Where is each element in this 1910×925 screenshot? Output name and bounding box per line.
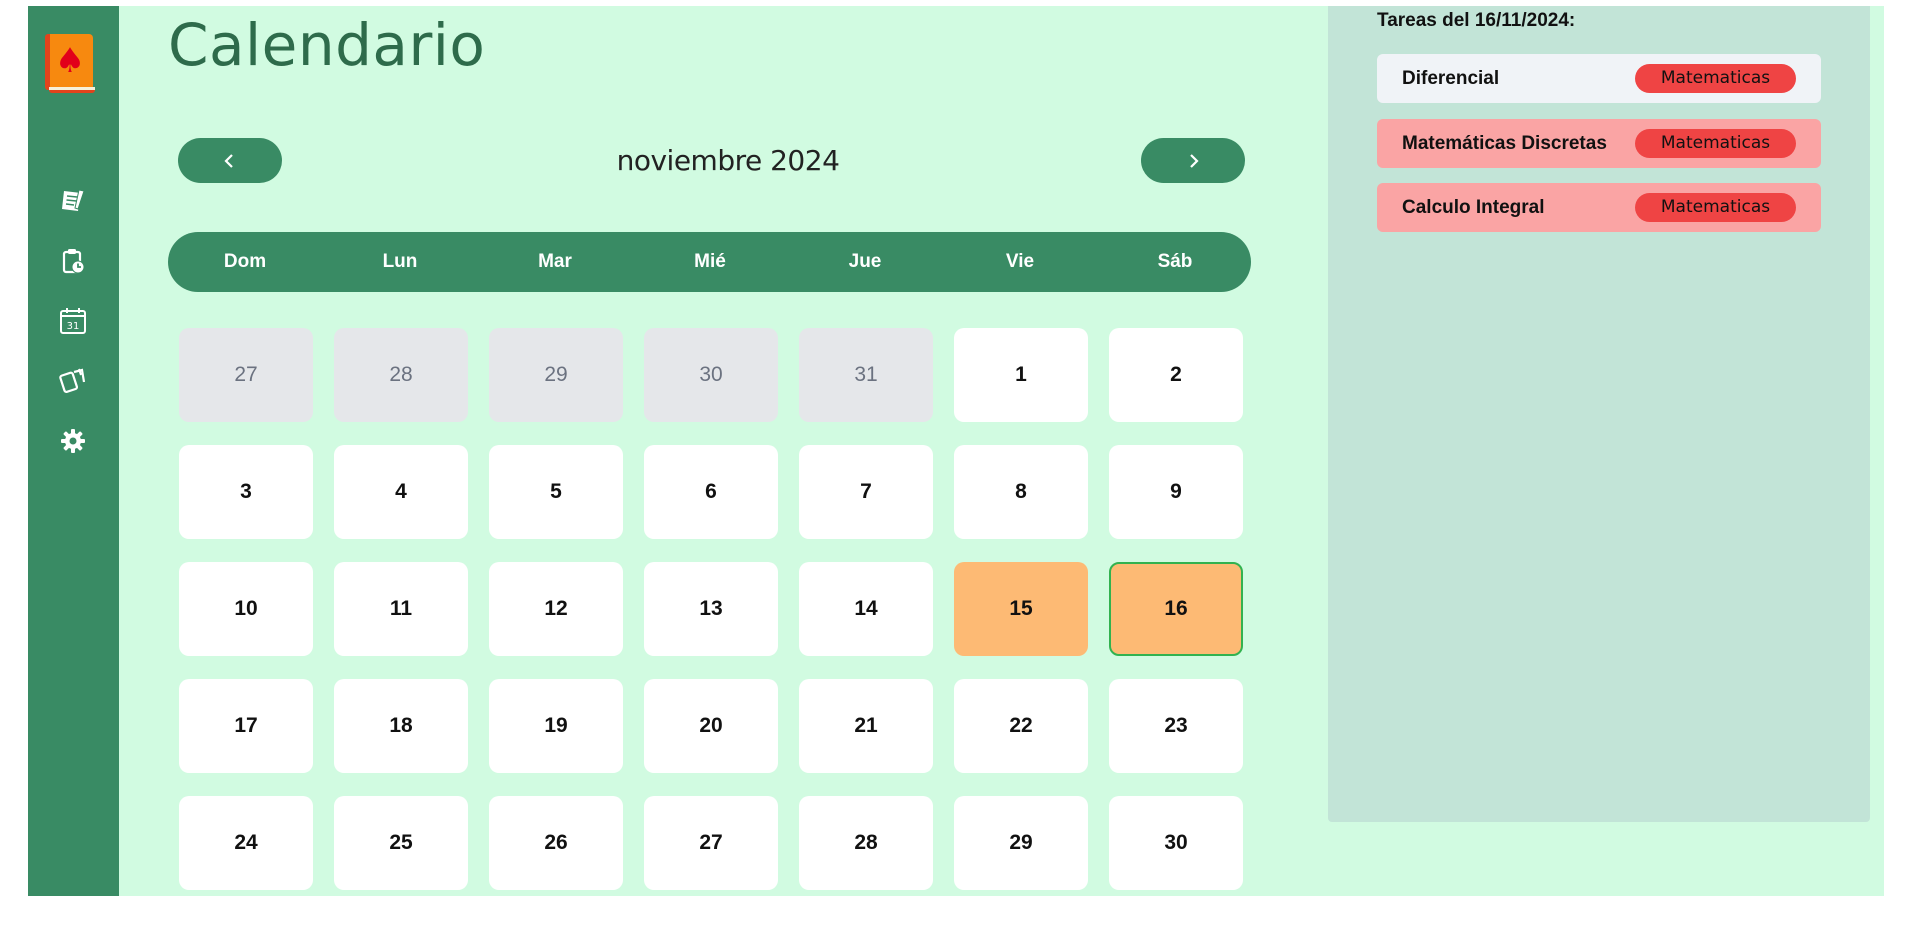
calendar-day[interactable]: 20 [644, 679, 778, 773]
weekday-label: Vie [1005, 251, 1035, 272]
calendar-day[interactable]: 25 [334, 796, 468, 890]
calendar-day[interactable]: 11 [334, 562, 468, 656]
calendar-day[interactable]: 26 [489, 796, 623, 890]
calendar-day[interactable]: 6 [644, 445, 778, 539]
calendar-day[interactable]: 8 [954, 445, 1088, 539]
svg-text:31: 31 [67, 321, 80, 332]
clipboard-clock-icon [62, 249, 85, 274]
calendar-day[interactable]: 22 [954, 679, 1088, 773]
task-item[interactable]: Matemáticas Discretas Matematicas [1377, 119, 1821, 168]
calendar-day[interactable]: 14 [799, 562, 933, 656]
weekday-label: Jue [848, 251, 882, 272]
calendar-day[interactable]: 7 [799, 445, 933, 539]
weekday-label: Sáb [1157, 251, 1193, 272]
calendar-day[interactable]: 21 [799, 679, 933, 773]
subject-tag: Matematicas [1635, 193, 1796, 222]
gear-icon [61, 429, 85, 453]
weekday-label: Mar [538, 251, 572, 272]
sidebar-item-notes[interactable] [53, 181, 93, 221]
calendar-day[interactable]: 1 [954, 328, 1088, 422]
calendar-day[interactable]: 15 [954, 562, 1088, 656]
weekday-label: Lun [382, 251, 418, 272]
weekday-label: Mié [694, 251, 726, 272]
chevron-right-icon [1190, 153, 1199, 168]
calendar-icon: 31 [60, 308, 86, 334]
sidebar-item-pending-tasks[interactable] [53, 241, 93, 281]
sidebar: ♠ 31 [28, 6, 119, 896]
page-title: Calendario [168, 11, 486, 79]
subject-tag: Matematicas [1635, 64, 1796, 93]
calendar-day[interactable]: 30 [1109, 796, 1243, 890]
task-name: Calculo Integral [1402, 197, 1545, 218]
calendar-day[interactable]: 18 [334, 679, 468, 773]
calendar-day[interactable]: 23 [1109, 679, 1243, 773]
task-item[interactable]: Diferencial Matematicas [1377, 54, 1821, 103]
calendar-day[interactable]: 5 [489, 445, 623, 539]
calendar-day[interactable]: 28 [334, 328, 468, 422]
calendar-day[interactable]: 2 [1109, 328, 1243, 422]
calendar-day[interactable]: 29 [489, 328, 623, 422]
cards-icon [59, 368, 86, 393]
calendar-day[interactable]: 24 [179, 796, 313, 890]
calendar-day[interactable]: 4 [334, 445, 468, 539]
app-window: ♠ 31 Calendario noviembre 2024 Dom Lun M… [28, 6, 1884, 896]
sidebar-item-flashcards[interactable] [53, 361, 93, 401]
notes-icon [62, 189, 85, 211]
task-name: Diferencial [1402, 68, 1500, 89]
chevron-left-icon [224, 153, 233, 168]
calendar-day[interactable]: 12 [489, 562, 623, 656]
calendar-day[interactable]: 3 [179, 445, 313, 539]
subject-tag: Matematicas [1635, 129, 1796, 158]
calendar-day[interactable]: 30 [644, 328, 778, 422]
sidebar-item-calendar[interactable]: 31 [53, 301, 93, 341]
calendar-day-selected[interactable]: 16 [1109, 562, 1243, 656]
weekday-header: Dom Lun Mar Mié Jue Vie Sáb [168, 232, 1251, 292]
sidebar-item-settings[interactable] [53, 421, 93, 461]
calendar-day[interactable]: 10 [179, 562, 313, 656]
app-logo-icon[interactable]: ♠ [45, 34, 97, 96]
prev-month-button[interactable] [178, 138, 282, 183]
calendar-day[interactable]: 13 [644, 562, 778, 656]
next-month-button[interactable] [1141, 138, 1245, 183]
task-name: Matemáticas Discretas [1402, 133, 1607, 154]
month-label: noviembre 2024 [616, 144, 840, 177]
calendar-day[interactable]: 31 [799, 328, 933, 422]
calendar-day[interactable]: 27 [644, 796, 778, 890]
calendar-day[interactable]: 29 [954, 796, 1088, 890]
calendar-day[interactable]: 28 [799, 796, 933, 890]
calendar-day[interactable]: 9 [1109, 445, 1243, 539]
weekday-label: Dom [223, 251, 267, 272]
calendar-day[interactable]: 19 [489, 679, 623, 773]
calendar-day[interactable]: 17 [179, 679, 313, 773]
task-item[interactable]: Calculo Integral Matematicas [1377, 183, 1821, 232]
calendar-day[interactable]: 27 [179, 328, 313, 422]
tasks-panel: Tareas del 16/11/2024: Diferencial Matem… [1328, 6, 1870, 822]
tasks-title: Tareas del 16/11/2024: [1377, 10, 1576, 31]
